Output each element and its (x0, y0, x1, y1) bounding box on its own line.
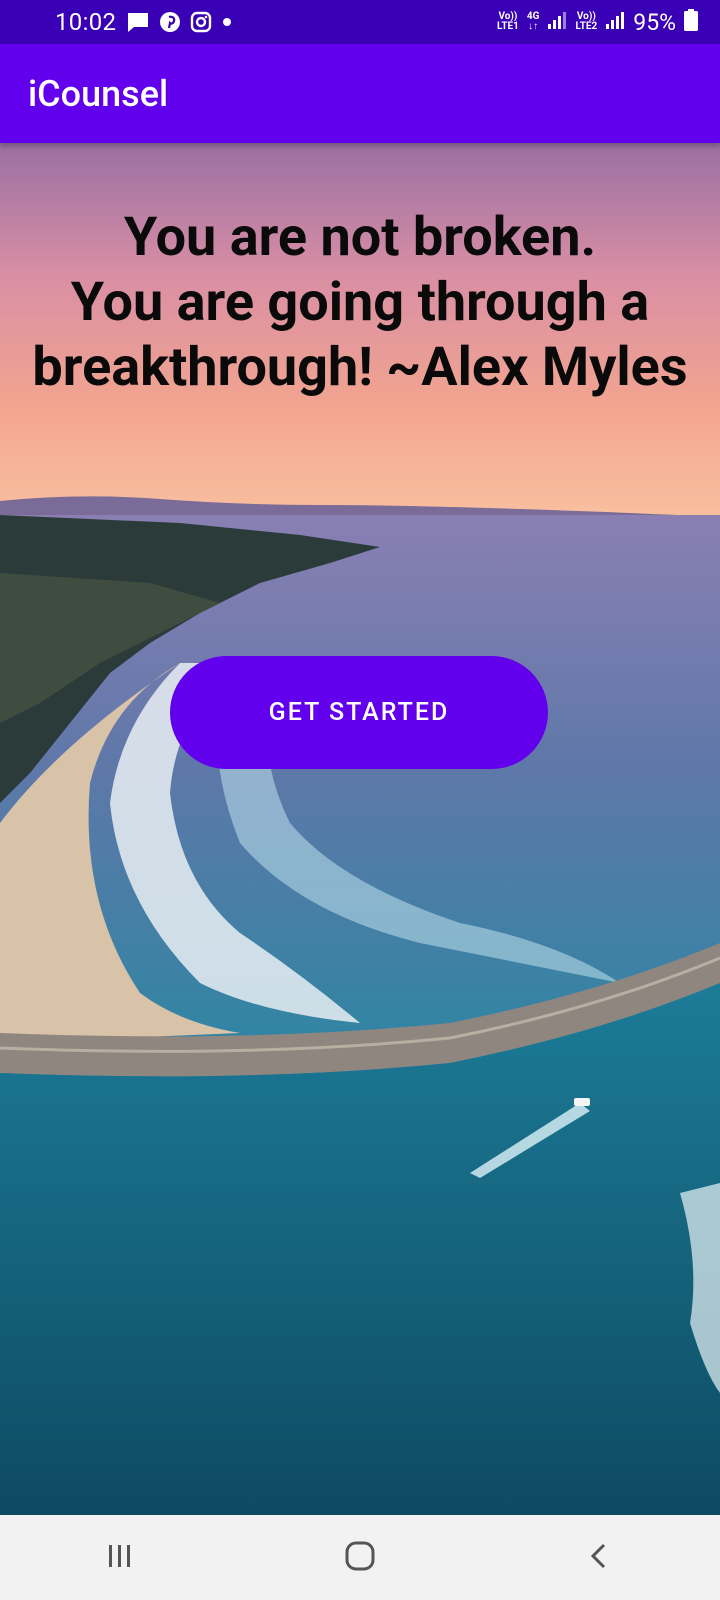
sim2-indicator: Vo)) LTE2 (575, 11, 598, 32)
pinterest-icon (159, 11, 181, 33)
back-icon (585, 1541, 615, 1575)
quote-line-2: You are going through a (70, 271, 650, 334)
recents-button[interactable] (60, 1523, 180, 1593)
dot-icon (221, 16, 233, 28)
status-right: Vo)) LTE1 4G ↓↑ Vo)) LTE2 95% (497, 9, 698, 36)
quote-text: You are not broken. You are going throug… (0, 205, 720, 400)
app-bar: iCounsel (0, 44, 720, 143)
back-button[interactable] (540, 1523, 660, 1593)
instagram-icon (190, 11, 212, 33)
notification-icons (126, 11, 233, 33)
home-icon (344, 1540, 376, 1576)
app-title: iCounsel (28, 72, 169, 115)
get-started-button[interactable]: GET STARTED (170, 656, 548, 769)
status-bar: 10:02 Vo)) LTE1 4G ↓↑ Vo)) LTE2 95% (0, 0, 720, 44)
quote-line-3: breakthrough! ~Alex Myles (32, 336, 688, 399)
home-button[interactable] (300, 1523, 420, 1593)
battery-icon (684, 9, 698, 35)
signal-icon (547, 10, 567, 34)
status-time: 10:02 (55, 8, 117, 36)
quote-line-1: You are not broken. (123, 206, 597, 269)
signal-icon-2 (605, 10, 625, 34)
navigation-bar (0, 1515, 720, 1600)
message-icon (126, 11, 150, 33)
battery-level: 95% (633, 8, 676, 36)
recents-icon (105, 1541, 135, 1575)
network-type: 4G ↓↑ (526, 11, 540, 32)
sim1-indicator: Vo)) LTE1 (497, 11, 519, 32)
